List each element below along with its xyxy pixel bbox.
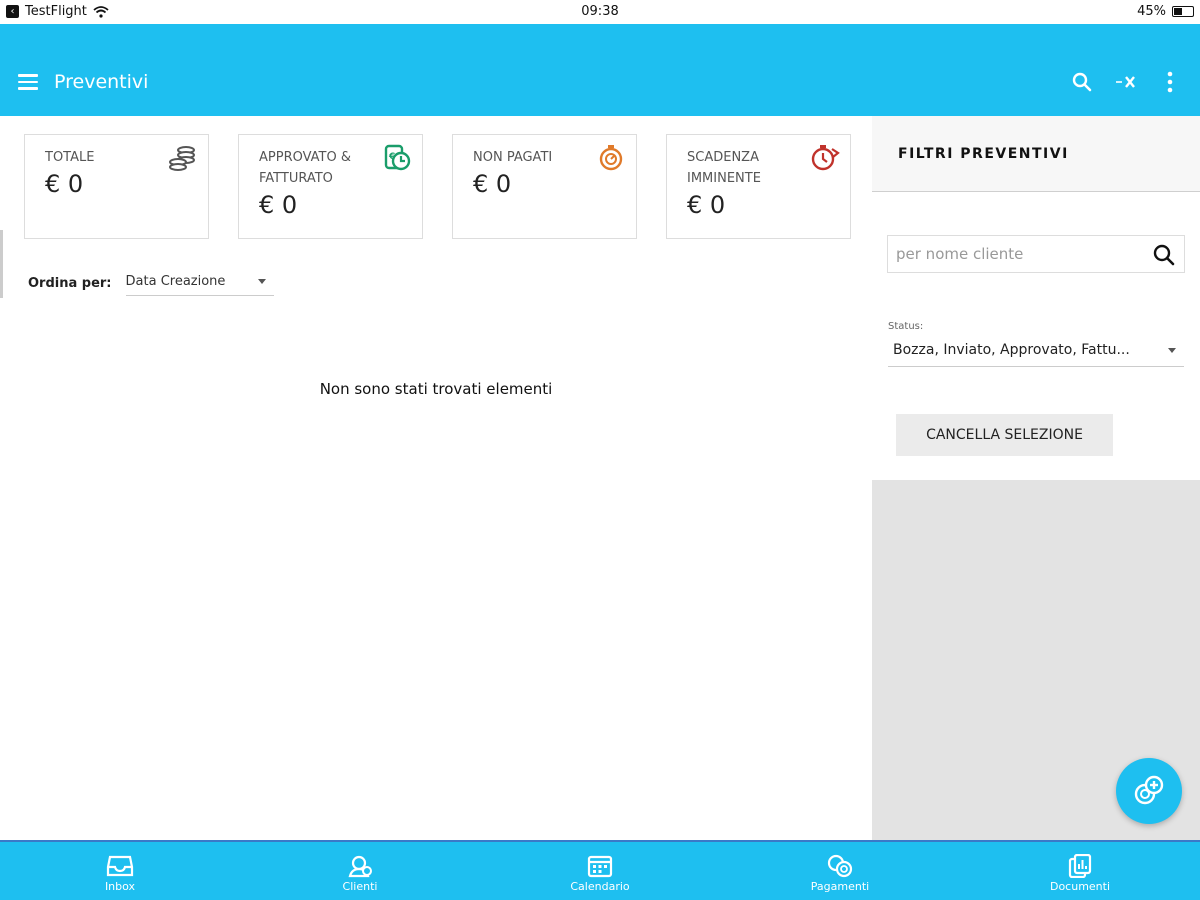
card-label: SCADENZA IMMINENTE — [687, 150, 761, 186]
battery-percentage: 45% — [1137, 4, 1166, 19]
card-non-pagati[interactable]: NON PAGATI € 0 — [452, 134, 637, 239]
filters-content: FILTRI PREVENTIVI Status: Bozza, Inviato… — [872, 116, 1200, 480]
nav-label: Pagamenti — [810, 879, 870, 893]
status-time: 09:38 — [581, 4, 619, 19]
nav-label: Clienti — [342, 879, 378, 893]
search-icon[interactable] — [1152, 243, 1176, 267]
dropdown-arrow-icon — [1168, 347, 1176, 353]
client-search-box — [887, 235, 1185, 273]
svg-text:€: € — [388, 152, 395, 162]
card-totale[interactable]: TOTALE € 0 — [24, 134, 209, 239]
sort-control: Ordina per: Data Creazione — [28, 270, 274, 296]
payments-icon — [827, 854, 853, 877]
approved-invoice-icon: € — [384, 144, 411, 171]
filters-title: FILTRI PREVENTIVI — [898, 146, 1069, 162]
card-value: € 0 — [259, 191, 298, 219]
status-selected-value: Bozza, Inviato, Approvato, Fattu... — [893, 342, 1130, 358]
client-search-input[interactable] — [888, 236, 1138, 272]
inbox-icon — [106, 855, 134, 876]
card-label: NON PAGATI — [473, 150, 553, 165]
filters-header: FILTRI PREVENTIVI — [872, 116, 1200, 192]
page-title: Preventivi — [54, 71, 149, 93]
card-approvato-fatturato[interactable]: APPROVATO & FATTURATO € 0 € — [238, 134, 423, 239]
status-bar-right: 45% — [1137, 4, 1194, 19]
status-label: Status: — [888, 321, 924, 332]
hamburger-menu-icon[interactable] — [18, 74, 38, 94]
card-label: APPROVATO & FATTURATO — [259, 150, 351, 186]
stopwatch-icon — [599, 145, 623, 171]
card-scadenza-imminente[interactable]: SCADENZA IMMINENTE € 0 — [666, 134, 851, 239]
status-bar: ‹ TestFlight 09:38 45% — [0, 0, 1200, 24]
nav-pagamenti[interactable]: Pagamenti — [720, 842, 960, 900]
nav-label: Inbox — [104, 879, 136, 893]
dropdown-arrow-icon — [257, 279, 266, 284]
clear-selection-button[interactable]: CANCELLA SELEZIONE — [896, 414, 1113, 456]
sort-select[interactable]: Data Creazione — [125, 270, 274, 296]
card-value: € 0 — [473, 170, 512, 198]
empty-state-message: Non sono stati trovati elementi — [319, 380, 553, 398]
more-vert-icon[interactable] — [1158, 70, 1182, 94]
card-value: € 0 — [687, 191, 726, 219]
card-label: TOTALE — [45, 150, 95, 165]
card-value: € 0 — [45, 170, 84, 198]
documents-icon — [1068, 853, 1092, 878]
nav-calendario[interactable]: Calendario — [480, 842, 720, 900]
timer-arrow-icon — [811, 145, 840, 171]
filters-panel: FILTRI PREVENTIVI Status: Bozza, Inviato… — [872, 116, 1200, 840]
nav-label: Calendario — [570, 879, 630, 893]
left-edge-handle[interactable] — [0, 230, 3, 298]
clear-filter-icon[interactable] — [1114, 70, 1138, 94]
app-bar-actions — [1070, 70, 1182, 94]
status-select[interactable]: Bozza, Inviato, Approvato, Fattu... — [888, 338, 1184, 367]
clients-icon — [348, 855, 372, 877]
nav-label: Documenti — [1049, 879, 1111, 893]
nav-clienti[interactable]: Clienti — [240, 842, 480, 900]
coins-icon — [169, 146, 195, 171]
sort-selected-value: Data Creazione — [125, 274, 226, 289]
add-coins-icon — [1134, 775, 1164, 805]
summary-cards: TOTALE € 0 APPROVATO & FATTURATO € 0 € N… — [24, 134, 851, 239]
app-bar: Preventivi — [0, 24, 1200, 116]
bottom-navigation: Inbox Clienti Calendario Pagamenti Docum… — [0, 840, 1200, 900]
nav-documenti[interactable]: Documenti — [960, 842, 1200, 900]
add-quote-fab[interactable] — [1116, 758, 1182, 824]
search-icon[interactable] — [1070, 70, 1094, 94]
nav-inbox[interactable]: Inbox — [0, 842, 240, 900]
sort-label: Ordina per: — [28, 275, 112, 291]
calendar-icon — [587, 855, 613, 877]
battery-icon — [1172, 6, 1194, 17]
